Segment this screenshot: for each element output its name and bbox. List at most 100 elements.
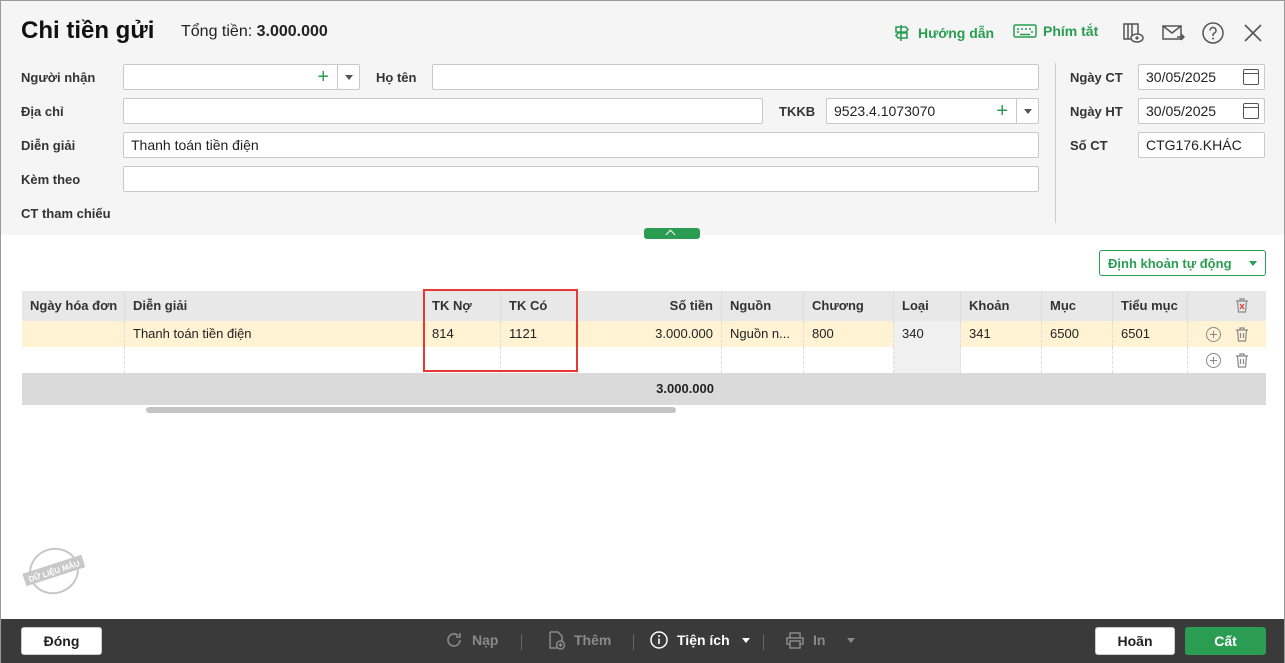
chevron-down-icon <box>741 637 750 643</box>
chevron-down-icon <box>847 637 856 643</box>
post-date-field[interactable]: 30/05/2025 <box>1138 98 1265 124</box>
description-cell[interactable]: Thanh toán tiền điện <box>125 321 424 347</box>
chapter-cell[interactable]: 800 <box>804 321 894 347</box>
scrollbar-thumb[interactable] <box>146 407 676 413</box>
empty-cell[interactable] <box>22 347 125 373</box>
doc-date-label: Ngày CT <box>1070 70 1123 85</box>
post-date-value: 30/05/2025 <box>1146 103 1217 119</box>
section-cell[interactable]: 341 <box>961 321 1042 347</box>
col-header[interactable]: Nguồn <box>722 291 804 321</box>
delete-all-icon[interactable] <box>1235 298 1249 313</box>
auto-account-button[interactable]: Định khoản tự động <box>1099 250 1266 276</box>
add-document-icon <box>549 631 566 650</box>
shortcut-link[interactable]: Phím tắt <box>1013 23 1098 39</box>
delete-row-icon[interactable] <box>1235 327 1249 342</box>
empty-cell[interactable] <box>804 347 894 373</box>
post-date-label: Ngày HT <box>1070 104 1123 119</box>
add-button[interactable]: Thêm <box>546 630 611 650</box>
source-cell[interactable]: Nguồn n... <box>722 321 804 347</box>
empty-cell[interactable] <box>125 347 424 373</box>
description-field[interactable]: Thanh toán tiền điện <box>123 132 1039 158</box>
col-header[interactable]: Mục <box>1042 291 1113 321</box>
print-button[interactable]: In <box>785 630 856 650</box>
utility-menu[interactable]: Tiện ích <box>649 630 750 650</box>
reload-button[interactable]: Nạp <box>444 630 498 650</box>
print-label: In <box>813 632 826 648</box>
footer-divider <box>633 634 634 650</box>
add-label: Thêm <box>574 632 612 648</box>
reload-label: Nạp <box>472 632 499 648</box>
empty-cell[interactable] <box>577 347 722 373</box>
table-row[interactable] <box>22 347 1266 373</box>
col-header[interactable]: Loại <box>894 291 961 321</box>
help-icon[interactable] <box>1201 21 1225 45</box>
fullname-field[interactable] <box>432 64 1039 90</box>
empty-cell[interactable] <box>1113 347 1188 373</box>
col-header[interactable]: Tiểu mục <box>1113 291 1188 321</box>
total-value: 3.000.000 <box>256 23 328 40</box>
form-header: Chi tiền gửi Tổng tiền: 3.000.000 Hướng … <box>1 1 1284 235</box>
doc-no-field[interactable]: CTG176.KHÁC <box>1138 132 1265 158</box>
chevron-down-icon <box>1249 260 1257 266</box>
add-recipient-icon[interactable]: + <box>317 67 329 87</box>
horizontal-scrollbar[interactable] <box>22 405 1266 415</box>
col-header[interactable]: Chương <box>804 291 894 321</box>
empty-cell[interactable] <box>722 347 804 373</box>
vertical-divider <box>1055 63 1056 223</box>
recipient-field[interactable]: + <box>123 64 360 90</box>
empty-cell[interactable] <box>961 347 1042 373</box>
col-header[interactable]: Diễn giải <box>125 291 424 321</box>
printer-icon <box>786 632 804 649</box>
col-header[interactable]: Ngày hóa đơn <box>22 291 125 321</box>
amount-cell[interactable]: 3.000.000 <box>577 321 722 347</box>
add-row-icon[interactable] <box>1206 353 1221 368</box>
attach-label: Kèm theo <box>21 172 81 187</box>
reference-label[interactable]: CT tham chiếu <box>21 206 111 221</box>
type-cell[interactable]: 340 <box>894 321 961 347</box>
doc-date-field[interactable]: 30/05/2025 <box>1138 64 1265 90</box>
add-tkkb-icon[interactable]: + <box>996 101 1008 121</box>
footer-divider <box>763 634 764 650</box>
table-header: Ngày hóa đơn Diễn giải TK Nợ TK Có Số ti… <box>22 291 1266 321</box>
add-row-icon[interactable] <box>1206 327 1221 342</box>
tkkb-dropdown-icon[interactable] <box>1016 99 1038 123</box>
guide-label: Hướng dẫn <box>918 25 995 41</box>
item-cell[interactable]: 6500 <box>1042 321 1113 347</box>
tkkb-field[interactable]: 9523.4.1073070 + <box>826 98 1039 124</box>
guide-link[interactable]: Hướng dẫn <box>892 23 994 43</box>
address-field[interactable] <box>123 98 763 124</box>
table-row[interactable]: Thanh toán tiền điện 814 1121 3.000.000 … <box>22 321 1266 347</box>
attach-field[interactable] <box>123 166 1039 192</box>
signpost-icon <box>894 25 910 41</box>
invoice-date-cell[interactable] <box>22 321 125 347</box>
close-button[interactable]: Đóng <box>21 627 102 655</box>
sum-amount: 3.000.000 <box>656 381 714 396</box>
calendar-icon[interactable] <box>1243 69 1259 85</box>
doc-no-label: Số CT <box>1070 138 1108 153</box>
cancel-button[interactable]: Hoãn <box>1095 627 1175 655</box>
recipient-dropdown-icon[interactable] <box>337 65 359 89</box>
description-label: Diễn giải <box>21 138 76 153</box>
footer-bar: Đóng Nạp Thêm Tiện ích In Hoãn Cất <box>1 619 1284 663</box>
close-icon[interactable] <box>1241 21 1265 45</box>
tkkb-label: TKKB <box>779 104 816 119</box>
calendar-icon[interactable] <box>1243 103 1259 119</box>
address-label: Địa chỉ <box>21 104 64 119</box>
subitem-cell[interactable]: 6501 <box>1113 321 1188 347</box>
col-header[interactable]: Khoản <box>961 291 1042 321</box>
doc-date-value: 30/05/2025 <box>1146 69 1217 85</box>
recipient-label: Người nhận <box>21 70 96 85</box>
delete-row-icon[interactable] <box>1235 353 1249 368</box>
total-label: Tổng tiền: <box>181 23 253 40</box>
empty-cell[interactable] <box>1042 347 1113 373</box>
save-button[interactable]: Cất <box>1185 627 1266 655</box>
auto-account-label: Định khoản tự động <box>1108 255 1232 271</box>
empty-cell[interactable] <box>894 347 961 373</box>
sum-row: 3.000.000 <box>22 373 1266 405</box>
collapse-header-button[interactable] <box>644 228 700 239</box>
info-icon <box>650 631 668 649</box>
col-header[interactable]: Số tiền <box>577 291 722 321</box>
highlight-annotation <box>423 289 578 372</box>
email-forward-icon[interactable] <box>1161 21 1185 45</box>
view-icon[interactable] <box>1121 21 1145 45</box>
